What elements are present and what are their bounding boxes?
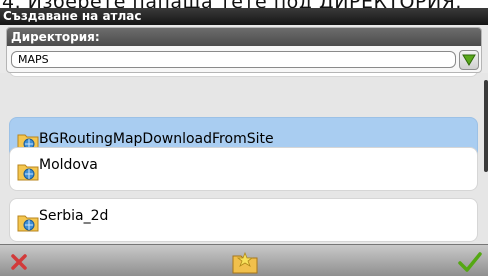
folder-item-label: Serbia_2d	[39, 208, 109, 224]
folder-item-label: Moldova	[39, 157, 98, 173]
directory-select-field[interactable]: MAPS	[11, 51, 456, 68]
folder-item-label: BGRoutingMapDownloadFromSite	[39, 131, 274, 147]
list-item-partial[interactable]	[9, 73, 478, 77]
checkmark-icon	[458, 252, 482, 272]
confirm-button[interactable]	[452, 245, 488, 276]
directory-dropdown-button[interactable]	[459, 50, 479, 70]
window-titlebar: Създаване на атлас	[0, 8, 488, 25]
folder-list[interactable]: BGRoutingMapDownloadFromSite Moldova Ser…	[0, 73, 488, 244]
folder-item-moldova[interactable]: Moldova	[9, 147, 478, 191]
window-title: Създаване на атлас	[3, 9, 142, 23]
directory-panel: Директория: MAPS	[6, 27, 482, 73]
folder-globe-icon	[17, 215, 39, 232]
bottom-toolbar	[0, 244, 488, 276]
new-folder-icon	[232, 251, 258, 274]
close-icon	[11, 254, 27, 270]
list-scrollbar[interactable]	[484, 80, 488, 172]
chevron-down-icon	[462, 54, 476, 66]
folder-item-serbia[interactable]: Serbia_2d	[9, 198, 478, 242]
directory-label: Директория:	[7, 28, 481, 46]
folder-globe-icon	[17, 164, 39, 181]
cancel-button[interactable]	[0, 245, 40, 276]
new-folder-button[interactable]	[228, 245, 262, 276]
